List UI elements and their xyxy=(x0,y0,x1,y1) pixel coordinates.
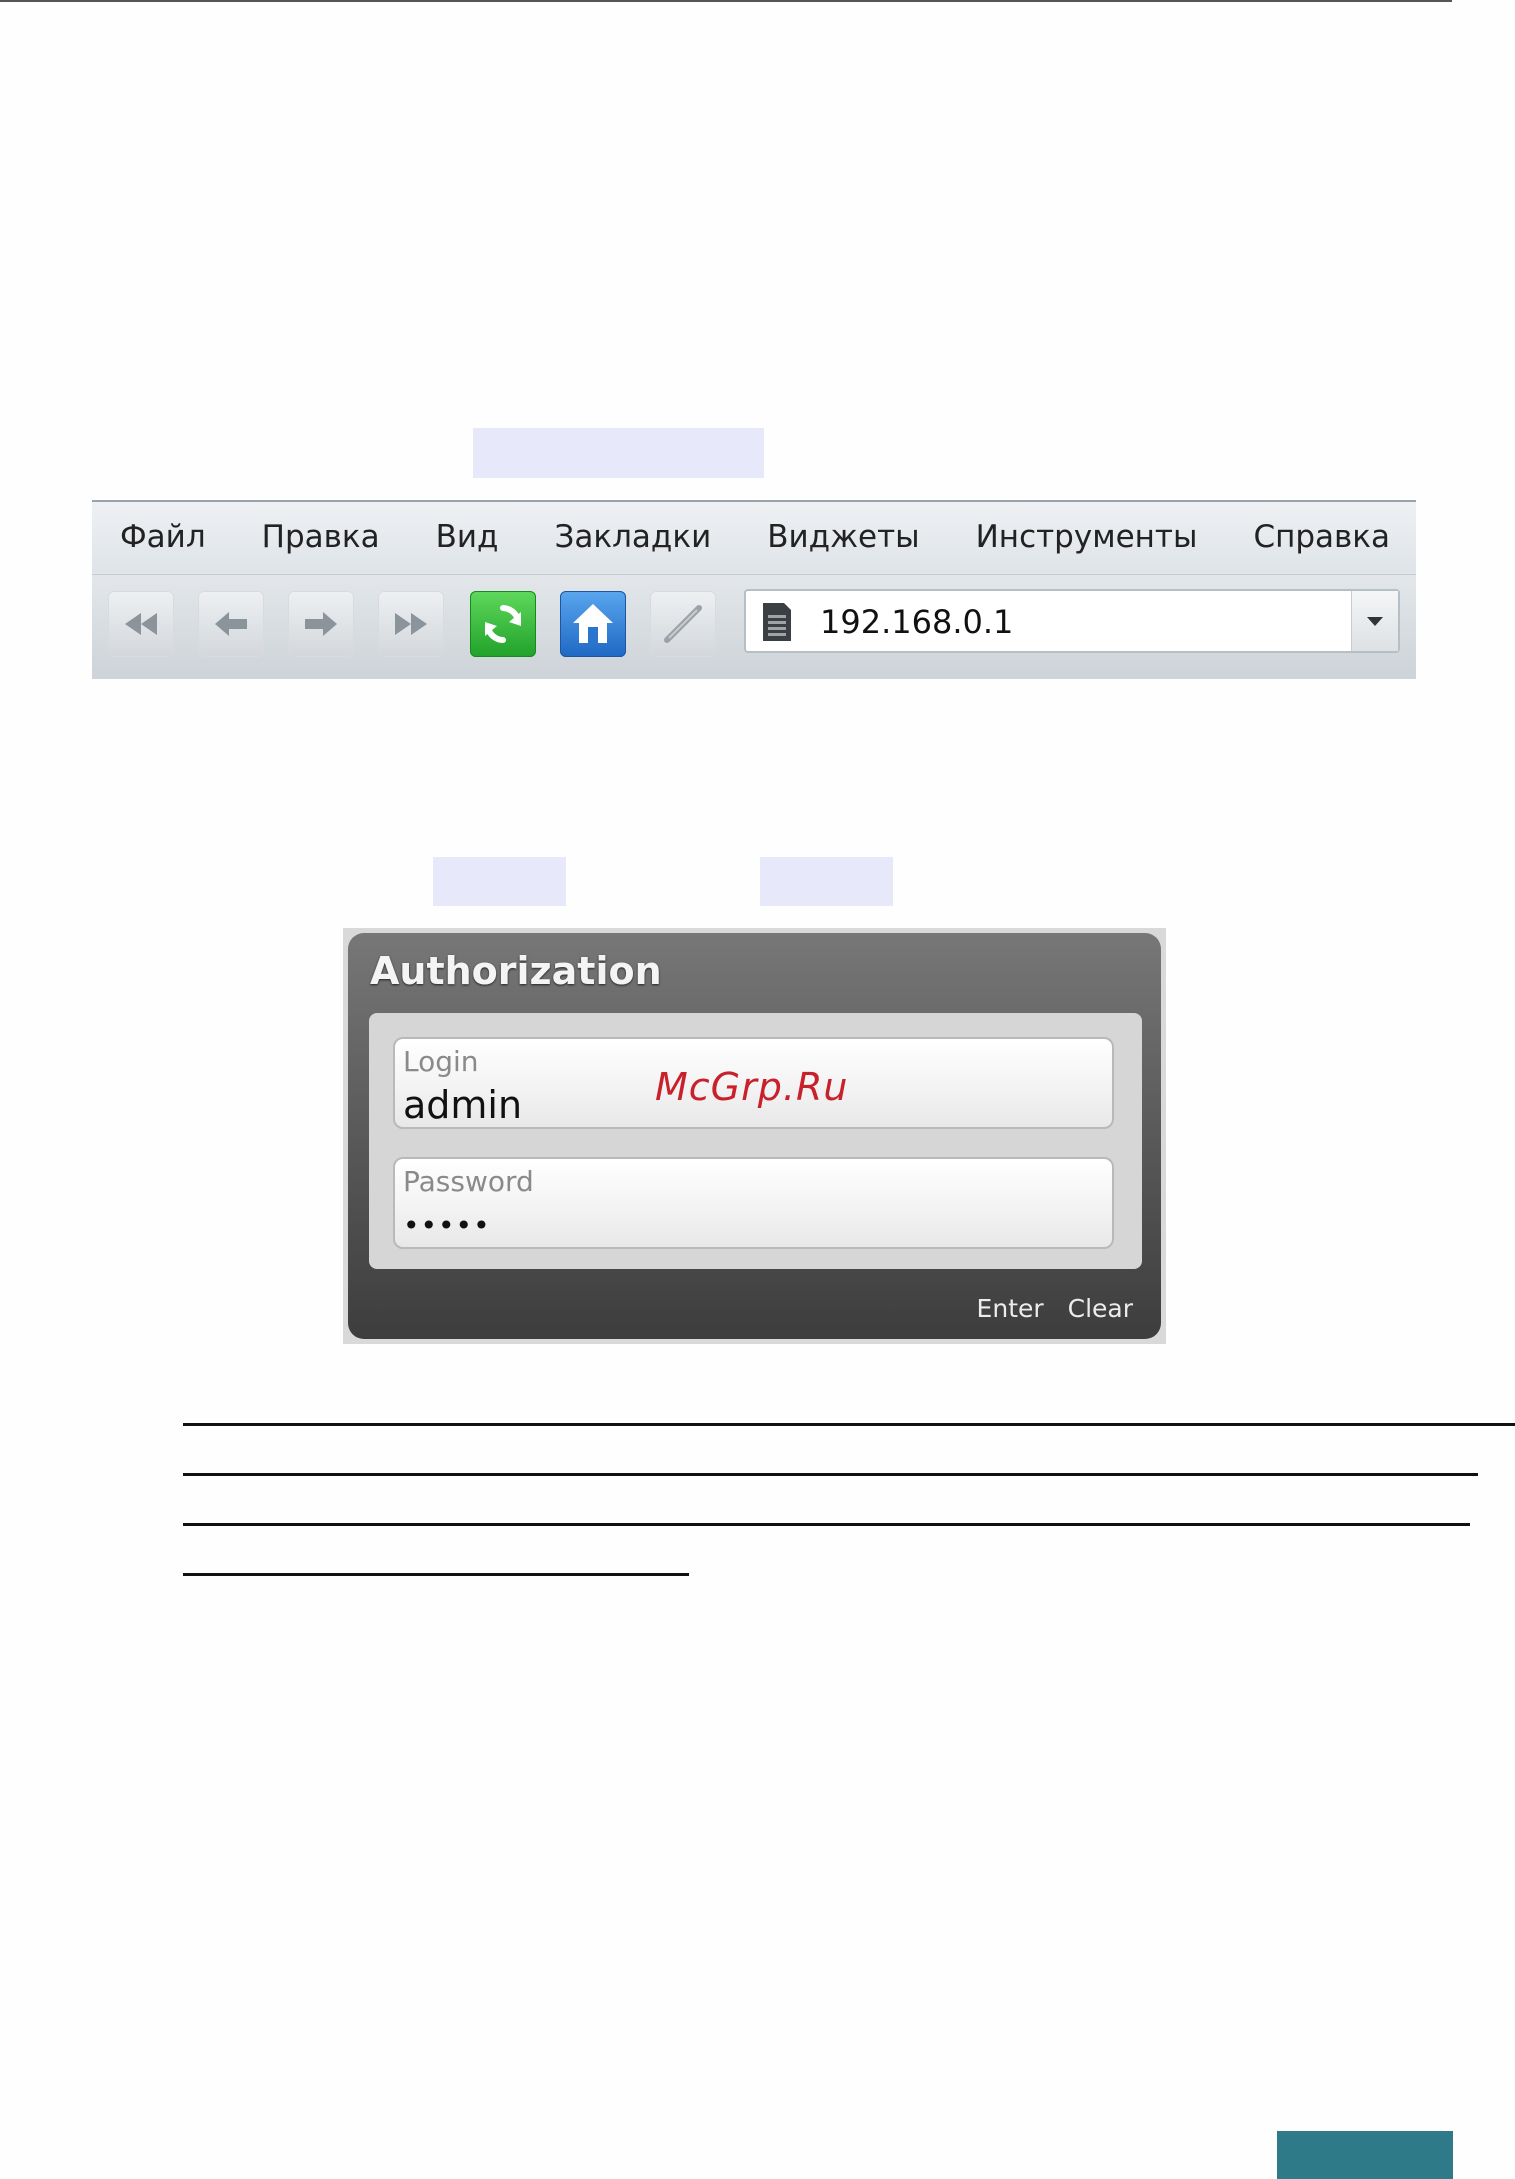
authorization-panel: Authorization Login admin McGrp.Ru Passw… xyxy=(348,933,1161,1339)
reload-button[interactable] xyxy=(470,591,536,657)
menu-file[interactable]: Файл xyxy=(120,519,206,555)
authorization-dialog: Authorization Login admin McGrp.Ru Passw… xyxy=(343,928,1166,1344)
menu-bookmarks[interactable]: Закладки xyxy=(555,519,712,555)
login-value[interactable]: admin xyxy=(403,1083,522,1127)
clear-button[interactable]: Clear xyxy=(1068,1294,1133,1323)
page-footer-tab xyxy=(1277,2131,1453,2179)
address-url[interactable]: 192.168.0.1 xyxy=(820,591,1013,653)
authorization-actions: Enter Clear xyxy=(961,1294,1133,1323)
menu-bar: Файл Правка Вид Закладки Виджеты Инструм… xyxy=(92,502,1416,572)
back-icon xyxy=(215,612,247,636)
rewind-icon xyxy=(125,613,157,635)
authorization-title: Authorization xyxy=(370,949,662,993)
home-icon xyxy=(573,604,613,643)
menu-tools[interactable]: Инструменты xyxy=(976,519,1198,555)
password-label: Password xyxy=(403,1165,534,1198)
login-label: Login xyxy=(403,1045,479,1078)
address-dropdown-button[interactable] xyxy=(1351,591,1398,651)
fast-forward-button[interactable] xyxy=(378,591,444,657)
page-icon xyxy=(763,603,791,641)
browser-window-chrome: Файл Правка Вид Закладки Виджеты Инструм… xyxy=(92,500,1416,679)
address-bar[interactable]: 192.168.0.1 xyxy=(744,589,1400,653)
forward-button[interactable] xyxy=(288,591,354,657)
fast-forward-icon xyxy=(395,613,427,635)
menu-help[interactable]: Справка xyxy=(1253,519,1390,555)
menu-view[interactable]: Вид xyxy=(436,519,499,555)
login-field[interactable]: Login admin McGrp.Ru xyxy=(393,1037,1114,1129)
rewind-button[interactable] xyxy=(108,591,174,657)
forward-icon xyxy=(305,612,337,636)
highlight-block-3 xyxy=(760,857,893,906)
home-button[interactable] xyxy=(560,591,626,657)
back-button[interactable] xyxy=(198,591,264,657)
reload-icon xyxy=(485,605,521,643)
menu-widgets[interactable]: Виджеты xyxy=(767,519,919,555)
edit-button[interactable] xyxy=(650,591,716,657)
blank-line-4 xyxy=(183,1573,689,1576)
edit-icon xyxy=(664,605,702,643)
menu-edit[interactable]: Правка xyxy=(262,519,380,555)
blank-line-3 xyxy=(183,1523,1470,1526)
highlight-block-2 xyxy=(433,857,566,906)
watermark-text: McGrp.Ru xyxy=(655,1065,849,1109)
authorization-form: Login admin McGrp.Ru Password ••••• xyxy=(369,1013,1142,1269)
blank-line-1 xyxy=(183,1423,1515,1426)
password-field[interactable]: Password ••••• xyxy=(393,1157,1114,1249)
chevron-down-icon xyxy=(1367,617,1383,626)
navigation-toolbar: 192.168.0.1 xyxy=(92,574,1416,679)
blank-line-2 xyxy=(183,1473,1478,1476)
highlight-block-1 xyxy=(473,428,764,478)
enter-button[interactable]: Enter xyxy=(977,1294,1044,1323)
password-value[interactable]: ••••• xyxy=(403,1209,491,1242)
top-rule xyxy=(0,0,1452,2)
